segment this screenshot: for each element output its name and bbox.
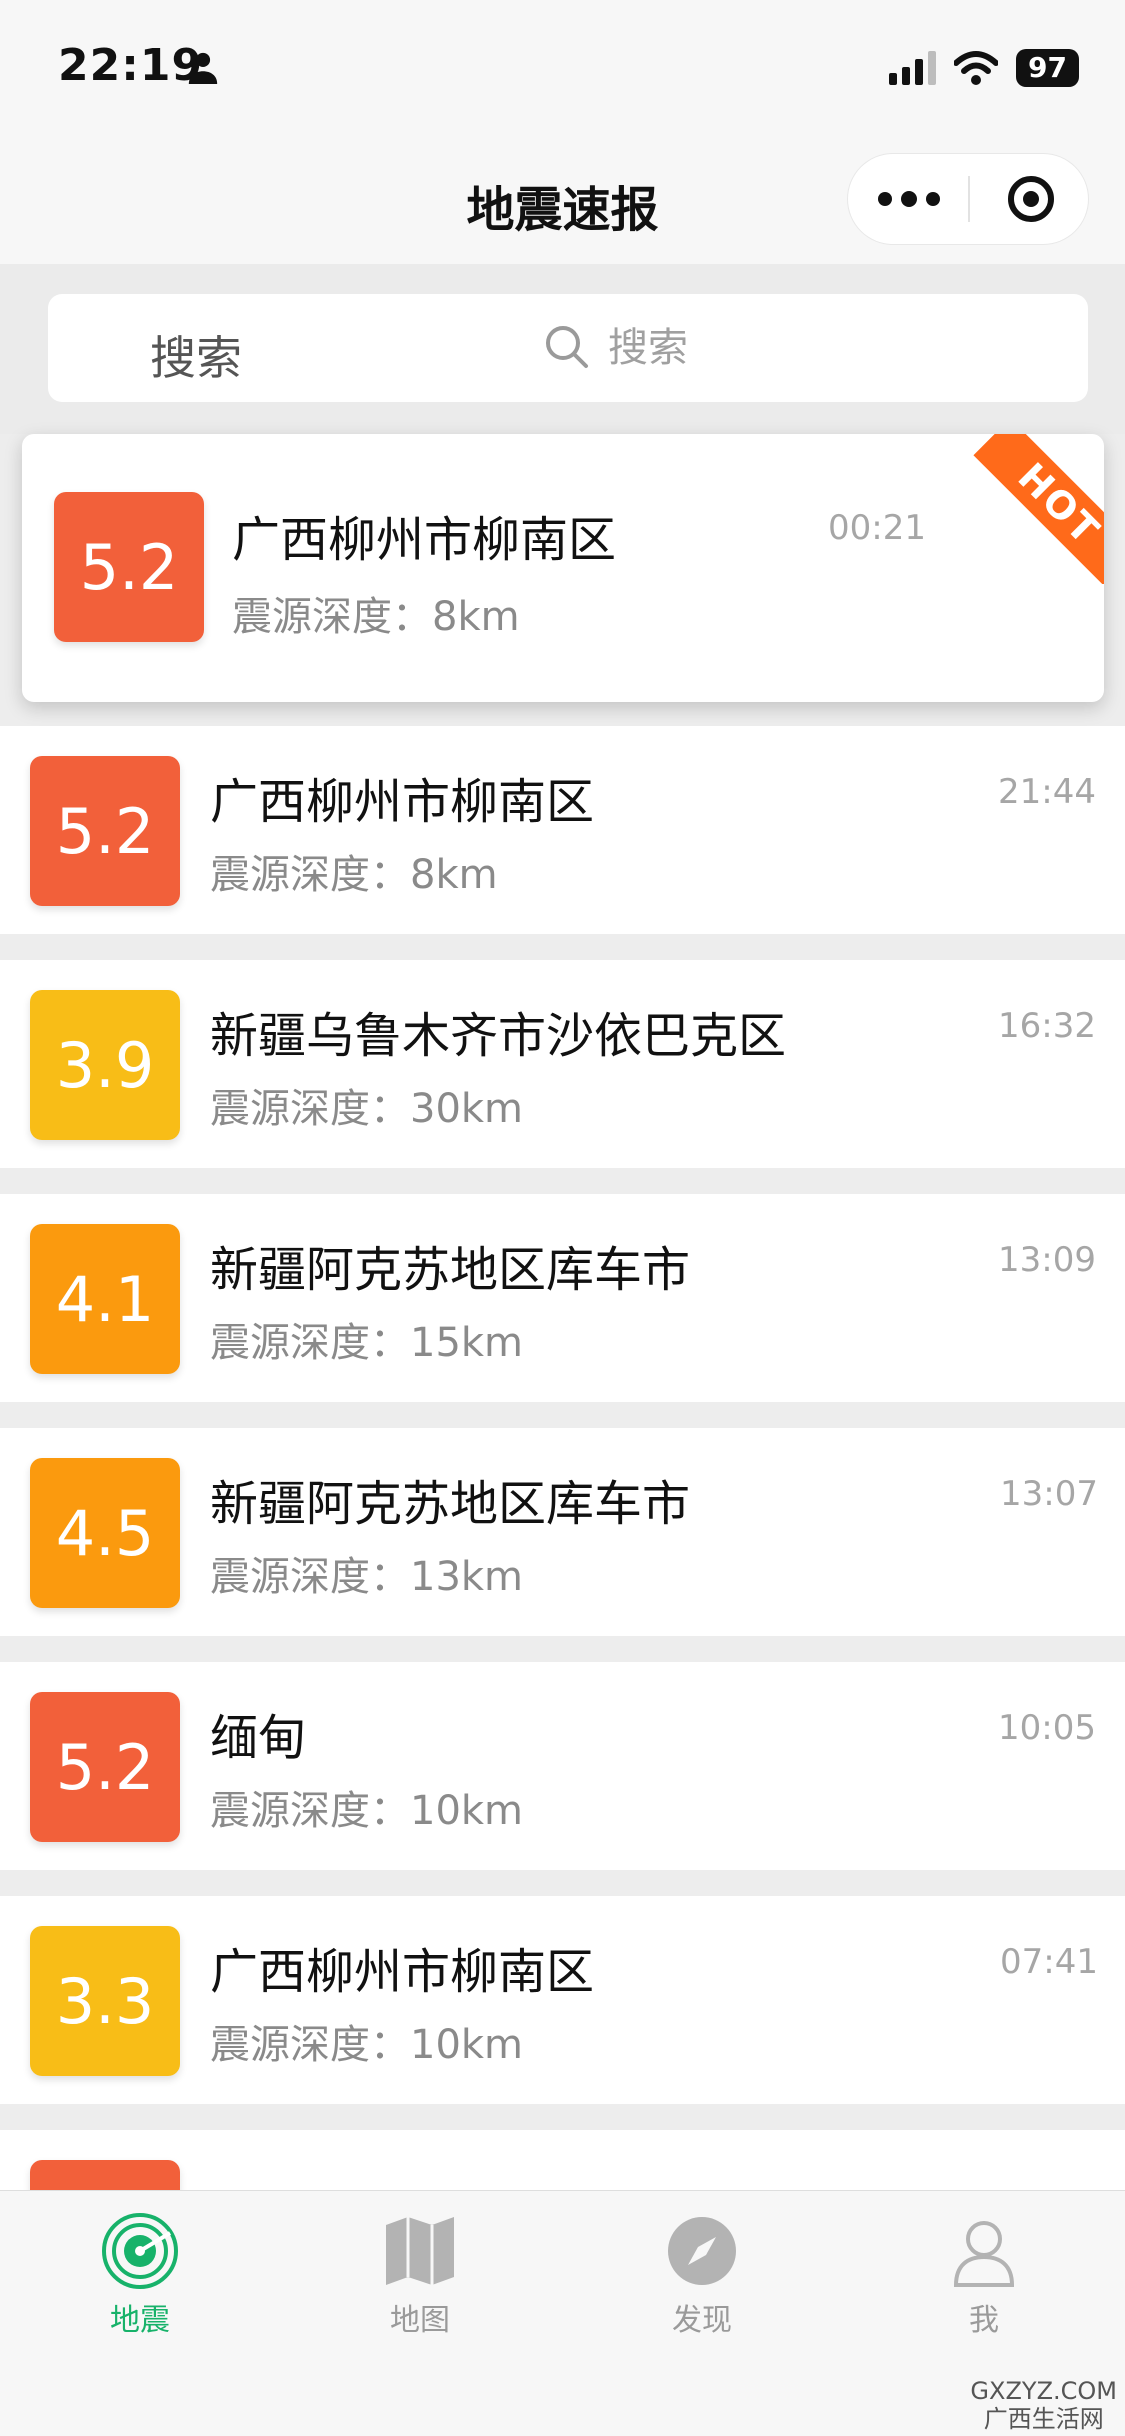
tab-map[interactable]: 地图 xyxy=(320,2211,520,2351)
quake-location: 广西柳州市柳南区 xyxy=(210,774,595,830)
site-watermark: GXZYZ.COM 广西生活网 xyxy=(970,2377,1117,2433)
quake-depth: 震源深度：10km xyxy=(210,2022,524,2068)
radar-icon xyxy=(102,2213,178,2289)
quake-location: 新疆阿克苏地区库车市 xyxy=(210,1476,691,1532)
quake-depth: 震源深度：13km xyxy=(210,1554,524,1600)
quake-location: 广西柳州市柳南区 xyxy=(210,1944,595,2000)
user-icon xyxy=(953,2221,1015,2287)
status-indicators: 97 xyxy=(889,48,1079,88)
close-target-icon[interactable] xyxy=(1008,176,1054,222)
person-icon xyxy=(188,52,218,84)
quake-time: 00:21 xyxy=(828,508,926,548)
quake-time: 13:07 xyxy=(1000,1474,1098,1514)
search-area: 搜索 xyxy=(0,264,1125,434)
tab-label: 发现 xyxy=(672,2303,732,2338)
quake-location: 新疆阿克苏地区库车市 xyxy=(210,1242,691,1298)
quake-row[interactable]: 3.3 广西柳州市柳南区 震源深度：10km 07:41 xyxy=(0,1896,1125,2104)
quake-time: 07:41 xyxy=(1000,1942,1098,1982)
tab-label: 地震 xyxy=(110,2303,170,2338)
magnitude-badge: 5.2 xyxy=(30,756,180,906)
wifi-icon xyxy=(954,51,999,85)
signal-icon xyxy=(889,51,937,85)
magnitude-badge xyxy=(30,2160,180,2190)
battery-indicator: 97 xyxy=(1016,49,1079,87)
quake-time: 10:05 xyxy=(998,1708,1096,1748)
tab-label: 地图 xyxy=(390,2303,450,2338)
watermark-name: 广西生活网 xyxy=(983,2405,1104,2433)
featured-quake-card[interactable]: 5.2 广西柳州市柳南区 震源深度：8km 00:21 HOT xyxy=(22,434,1104,702)
hot-ribbon: HOT xyxy=(954,434,1104,584)
nav-bar: 地震速报 xyxy=(0,132,1125,264)
quake-location: 新疆乌鲁木齐市沙依巴克区 xyxy=(210,1008,787,1064)
quake-depth: 震源深度：15km xyxy=(210,1320,524,1366)
quake-row[interactable]: 4.1 新疆阿克苏地区库车市 震源深度：15km 13:09 xyxy=(0,1194,1125,1402)
search-box[interactable]: 搜索 xyxy=(48,294,1088,402)
watermark-domain: GXZYZ.COM xyxy=(970,2377,1117,2405)
magnitude-badge: 4.1 xyxy=(30,1224,180,1374)
quake-row[interactable]: 5.2 广西柳州市柳南区 震源深度：8km 21:44 xyxy=(0,726,1125,934)
quake-depth: 震源深度：8km xyxy=(210,852,498,898)
quake-row[interactable]: 4.5 新疆阿克苏地区库车市 震源深度：13km 13:07 xyxy=(0,1428,1125,1636)
quake-location: 广西柳州市柳南区 xyxy=(232,512,617,568)
miniprogram-capsule xyxy=(848,154,1088,244)
quake-row[interactable]: 3.9 新疆乌鲁木齐市沙依巴克区 震源深度：30km 16:32 xyxy=(0,960,1125,1168)
quake-time: 13:09 xyxy=(998,1240,1096,1280)
magnitude-badge: 4.5 xyxy=(30,1458,180,1608)
tab-label: 我 xyxy=(969,2303,999,2338)
quake-time: 21:44 xyxy=(998,772,1096,812)
magnitude-badge: 5.2 xyxy=(30,1692,180,1842)
quake-depth: 震源深度：30km xyxy=(210,1086,524,1132)
quake-time: 16:32 xyxy=(998,1006,1096,1046)
search-label: 搜索 xyxy=(150,331,242,385)
compass-icon xyxy=(668,2217,736,2285)
search-icon xyxy=(546,326,588,368)
quake-depth: 震源深度：8km xyxy=(232,594,520,640)
hot-badge: HOT xyxy=(973,434,1104,584)
quake-row[interactable]: 5.2 缅甸 震源深度：10km 10:05 xyxy=(0,1662,1125,1870)
tab-bar: 地震 地图 发现 我 GXZYZ.COM 广西生活网 xyxy=(0,2190,1125,2436)
map-icon xyxy=(386,2217,454,2285)
magnitude-badge: 3.3 xyxy=(30,1926,180,2076)
status-time: 22:19 xyxy=(58,40,204,91)
status-bar: 22:19 97 xyxy=(0,0,1125,132)
magnitude-badge: 3.9 xyxy=(30,990,180,1140)
search-input[interactable] xyxy=(608,320,908,376)
tab-earthquake[interactable]: 地震 xyxy=(40,2211,240,2351)
quake-depth: 震源深度：10km xyxy=(210,1788,524,1834)
more-icon[interactable] xyxy=(878,184,940,214)
tab-me[interactable]: 我 xyxy=(884,2211,1084,2351)
magnitude-badge: 5.2 xyxy=(54,492,204,642)
capsule-divider xyxy=(968,176,970,222)
quake-location: 缅甸 xyxy=(210,1710,307,1766)
quake-row-partial[interactable] xyxy=(0,2130,1125,2190)
tab-discover[interactable]: 发现 xyxy=(602,2211,802,2351)
